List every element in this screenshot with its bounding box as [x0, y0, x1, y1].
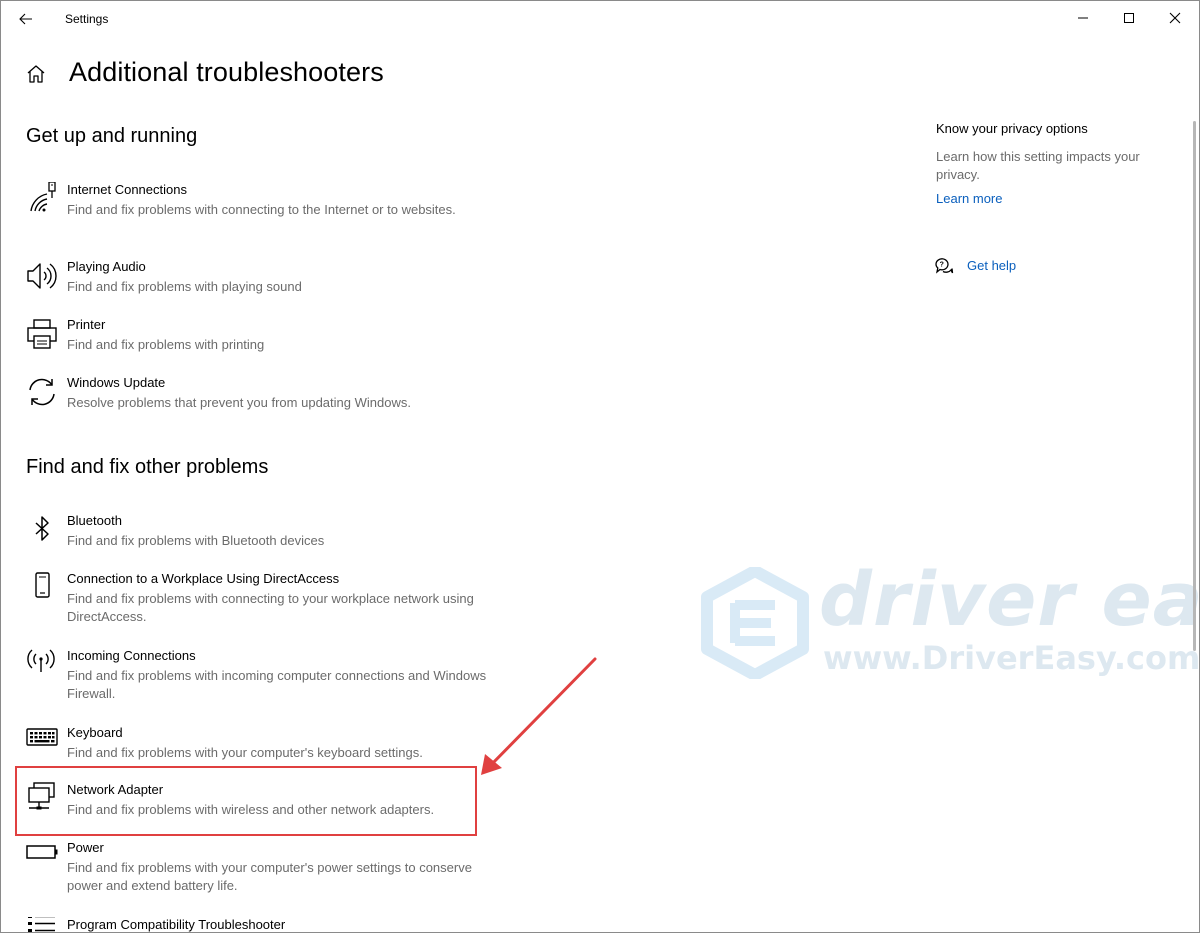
printer-icon	[27, 319, 57, 349]
item-description: Find and fix problems with playing sound	[67, 279, 302, 294]
item-description: Resolve problems that prevent you from u…	[67, 395, 411, 410]
section-title-get-up-and-running: Get up and running	[26, 125, 198, 147]
item-description: Find and fix problems with your computer…	[67, 745, 423, 760]
close-button[interactable]	[1153, 3, 1197, 33]
troubleshooter-printer[interactable]: Printer Find and fix problems with print…	[21, 317, 481, 357]
maximize-icon	[1124, 13, 1134, 23]
troubleshooter-windows-update[interactable]: Windows Update Resolve problems that pre…	[21, 375, 481, 415]
home-icon	[27, 65, 45, 83]
item-title: Keyboard	[67, 725, 123, 740]
watermark-brand-text: driver easy	[819, 557, 1200, 643]
troubleshooter-directaccess[interactable]: Connection to a Workplace Using DirectAc…	[21, 571, 481, 627]
minimize-button[interactable]	[1061, 3, 1105, 33]
close-icon	[1169, 12, 1181, 24]
battery-icon	[26, 845, 58, 859]
troubleshooter-bluetooth[interactable]: Bluetooth Find and fix problems with Blu…	[21, 513, 481, 553]
get-help-link[interactable]: Get help	[967, 258, 1016, 273]
item-title: Incoming Connections	[67, 648, 196, 663]
learn-more-link[interactable]: Learn more	[936, 191, 1002, 206]
svg-text:?: ?	[940, 262, 944, 269]
item-title: Playing Audio	[67, 259, 146, 274]
home-button[interactable]	[25, 63, 49, 87]
speaker-icon	[27, 263, 57, 289]
get-help-icon[interactable]: ?	[934, 256, 954, 276]
item-title: Windows Update	[67, 375, 166, 390]
item-title: Printer	[67, 317, 106, 332]
troubleshooter-internet-connections[interactable]: Internet Connections Find and fix proble…	[21, 182, 481, 238]
watermark-url-text: www.DriverEasy.com	[823, 639, 1200, 677]
phone-icon	[35, 572, 50, 598]
annotation-highlight-box	[15, 766, 477, 836]
bluetooth-icon	[35, 516, 49, 541]
item-title: Connection to a Workplace Using DirectAc…	[67, 571, 340, 586]
item-description: Find and fix problems with incoming comp…	[67, 668, 487, 701]
privacy-options-title: Know your privacy options	[936, 121, 1088, 136]
item-description: Find and fix problems with your computer…	[67, 860, 472, 893]
item-description: Find and fix problems with connecting to…	[67, 591, 474, 624]
troubleshooter-incoming-connections[interactable]: Incoming Connections Find and fix proble…	[21, 648, 486, 704]
driver-easy-watermark: driver easy www.DriverEasy.com	[701, 557, 1199, 693]
scrollbar-thumb[interactable]	[1193, 121, 1196, 651]
windows-update-icon	[29, 378, 55, 406]
internet-connections-icon	[30, 182, 56, 212]
vertical-scrollbar[interactable]	[1192, 37, 1198, 917]
keyboard-icon	[26, 728, 58, 746]
item-title: Program Compatibility Troubleshooter	[67, 917, 286, 932]
window-title: Settings	[65, 12, 109, 26]
item-description: Find and fix problems with connecting to…	[67, 202, 456, 217]
annotation-arrow-icon	[481, 657, 597, 775]
minimize-icon	[1078, 17, 1088, 19]
driver-easy-logo-icon	[701, 567, 809, 679]
page-title: Additional troubleshooters	[69, 57, 384, 87]
privacy-options-description: Learn how this setting impacts your priv…	[936, 149, 1140, 182]
item-description: Find and fix problems with Bluetooth dev…	[67, 533, 325, 548]
troubleshooter-keyboard[interactable]: Keyboard Find and fix problems with your…	[21, 725, 481, 765]
title-bar: Settings	[1, 1, 1199, 37]
section-title-find-and-fix-other-problems: Find and fix other problems	[26, 456, 269, 478]
maximize-button[interactable]	[1107, 3, 1151, 33]
back-arrow-icon	[19, 13, 32, 25]
item-description: Find and fix problems with printing	[67, 337, 265, 352]
item-title: Power	[67, 840, 104, 855]
item-title: Bluetooth	[67, 513, 122, 528]
troubleshooter-power[interactable]: Power Find and fix problems with your co…	[21, 840, 481, 896]
troubleshooter-playing-audio[interactable]: Playing Audio Find and fix problems with…	[21, 259, 481, 299]
back-button[interactable]	[11, 6, 41, 32]
list-icon	[28, 917, 55, 932]
item-title: Internet Connections	[67, 182, 187, 197]
troubleshooter-program-compatibility[interactable]: Program Compatibility Troubleshooter	[21, 917, 481, 932]
antenna-icon	[27, 649, 55, 672]
settings-window: Settings Additional troubleshooters Get …	[0, 0, 1200, 933]
